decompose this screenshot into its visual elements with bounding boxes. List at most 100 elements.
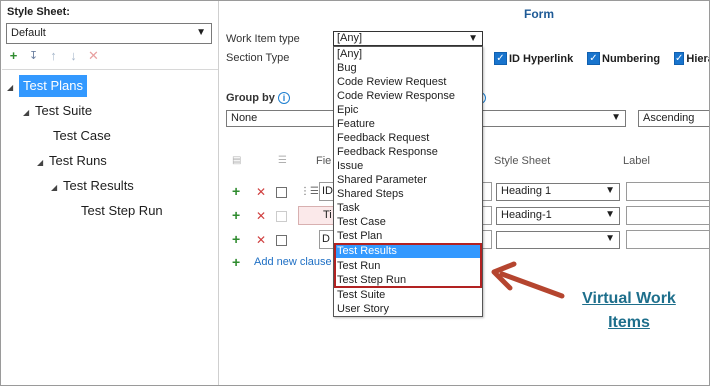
work-item-type-value: [Any] [337, 32, 363, 44]
add-row-icon[interactable]: + [232, 231, 240, 247]
label-input[interactable] [626, 182, 710, 201]
expand-triangle-icon[interactable]: ◢ [23, 102, 35, 124]
dropdown-option[interactable]: Feature [334, 117, 482, 131]
style-sheet-cell-select[interactable]: Heading-1 ▼ [496, 207, 620, 225]
dropdown-option[interactable]: Feedback Response [334, 145, 482, 159]
divider [2, 69, 218, 70]
group-by-value: None [231, 112, 258, 124]
chevron-down-icon: ▼ [468, 33, 478, 44]
tree-node-test-case[interactable]: Test Case [53, 125, 111, 147]
dropdown-option[interactable]: Test Case [334, 215, 482, 229]
expand-triangle-icon[interactable]: ◢ [37, 152, 49, 174]
checkmark-icon: ✓ [674, 52, 685, 65]
field-value: Ti [323, 209, 332, 221]
dropdown-option[interactable]: User Story [334, 302, 482, 316]
tree-node-test-plans[interactable]: ◢ Test Plans [7, 75, 87, 97]
field-input[interactable]: Ti [298, 206, 335, 225]
close-icon[interactable]: ✕ [87, 49, 100, 63]
column-header-label: Label [623, 155, 650, 167]
checkmark-icon: ✓ [494, 52, 507, 65]
tree-node-test-runs[interactable]: ◢ Test Runs [37, 150, 107, 172]
style-sheet-label: Style Sheet: [7, 6, 70, 18]
tree-node-label: Test Results [63, 178, 134, 193]
style-sheet-cell-select[interactable]: Heading 1 ▼ [496, 183, 620, 201]
group-by-text: Group by [226, 92, 275, 104]
arrow-up-icon[interactable]: ↑ [47, 49, 60, 63]
field-input-edge [483, 182, 492, 201]
expand-triangle-icon[interactable]: ◢ [7, 77, 19, 99]
arrow-shaft [499, 271, 565, 299]
style-value: Heading 1 [501, 185, 552, 197]
dropdown-option[interactable]: Code Review Request [334, 75, 482, 89]
tree-node-test-step-run[interactable]: Test Step Run [81, 200, 163, 222]
tree-node-label: Test Step Run [81, 203, 163, 218]
callout-line-2: Items [608, 314, 650, 331]
list-icon: ☰ [278, 155, 287, 166]
info-icon[interactable]: i [277, 92, 290, 105]
form-title: Form [524, 7, 554, 21]
chevron-down-icon: ▼ [611, 112, 621, 123]
dropdown-option[interactable]: Test Plan [334, 229, 482, 243]
dropdown-option[interactable]: Test Suite [334, 288, 482, 302]
add-new-clause-link[interactable]: Add new clause [254, 256, 332, 268]
tree-node-label: Test Case [53, 128, 111, 143]
plus-icon[interactable]: + [7, 49, 20, 63]
field-value: ID [322, 185, 333, 197]
tree-node-label: Test Plans [19, 75, 87, 97]
left-pane: Style Sheet: Default ▼ + ↧ ↑ ↓ ✕ ◢ Test P… [1, 1, 219, 385]
field-input-edge [483, 206, 492, 225]
grip-icon[interactable]: ⋮☰ [300, 186, 319, 197]
work-item-type-select[interactable]: [Any] ▼ [333, 31, 483, 46]
sort-order-select[interactable]: Ascending [638, 110, 709, 127]
annotation-arrow [491, 261, 565, 299]
row-checkbox[interactable] [276, 187, 287, 198]
tree-node-test-results[interactable]: ◢ Test Results [51, 175, 134, 197]
tree-node-label: Test Runs [49, 153, 107, 168]
dropdown-option[interactable]: Bug [334, 61, 482, 75]
column-header-field: Fie [316, 155, 332, 167]
virtual-work-items-callout: Virtual Work Items [568, 287, 690, 335]
tree-node-test-suite[interactable]: ◢ Test Suite [23, 100, 92, 122]
dropdown-option[interactable]: Issue [334, 159, 482, 173]
chevron-down-icon: ▼ [605, 233, 615, 244]
hierarchy-checkbox[interactable]: ✓ Hiera [674, 52, 709, 65]
stack-down-icon[interactable]: ↧ [27, 49, 40, 63]
column-header-style-sheet: Style Sheet [494, 155, 551, 167]
work-item-type-label: Work Item type [226, 33, 300, 45]
label-input[interactable] [626, 230, 710, 249]
style-value: Heading-1 [501, 209, 552, 221]
delete-row-icon[interactable]: ✕ [256, 185, 266, 199]
dropdown-option[interactable]: Epic [334, 103, 482, 117]
row-checkbox[interactable] [276, 211, 287, 222]
id-hyperlink-label: ID Hyperlink [509, 52, 574, 65]
id-hyperlink-checkbox[interactable]: ✓ ID Hyperlink [494, 52, 573, 65]
tree-node-label: Test Suite [35, 103, 93, 118]
numbering-checkbox[interactable]: ✓ Numbering [587, 52, 660, 65]
add-row-icon[interactable]: + [232, 207, 240, 223]
dropdown-option[interactable]: Task [334, 201, 482, 215]
row-checkbox[interactable] [276, 235, 287, 246]
add-row-icon[interactable]: + [232, 183, 240, 199]
expand-triangle-icon[interactable]: ◢ [51, 177, 63, 199]
style-sheet-select[interactable]: Default ▼ [6, 23, 212, 44]
group-by-label: Group by i [226, 92, 290, 105]
dropdown-option[interactable]: Shared Parameter [334, 173, 482, 187]
dropdown-option[interactable]: [Any] [334, 47, 482, 61]
field-input-edge [483, 230, 492, 249]
field-value: D [322, 233, 330, 245]
arrow-down-icon[interactable]: ↓ [67, 49, 80, 63]
label-input[interactable] [626, 206, 710, 225]
delete-row-icon[interactable]: ✕ [256, 233, 266, 247]
dropdown-option[interactable]: Code Review Response [334, 89, 482, 103]
dropdown-option[interactable]: Shared Steps [334, 187, 482, 201]
delete-row-icon[interactable]: ✕ [256, 209, 266, 223]
chevron-down-icon: ▼ [196, 27, 206, 38]
highlight-box [334, 243, 482, 288]
style-sheet-cell-select[interactable]: ▼ [496, 231, 620, 249]
dropdown-option[interactable]: Feedback Request [334, 131, 482, 145]
sort-order-value: Ascending [643, 112, 695, 124]
hierarchy-label: Hiera [686, 52, 709, 65]
table-icon: ▤ [232, 155, 242, 166]
add-clause-icon[interactable]: + [232, 254, 240, 270]
chevron-down-icon: ▼ [605, 209, 615, 220]
